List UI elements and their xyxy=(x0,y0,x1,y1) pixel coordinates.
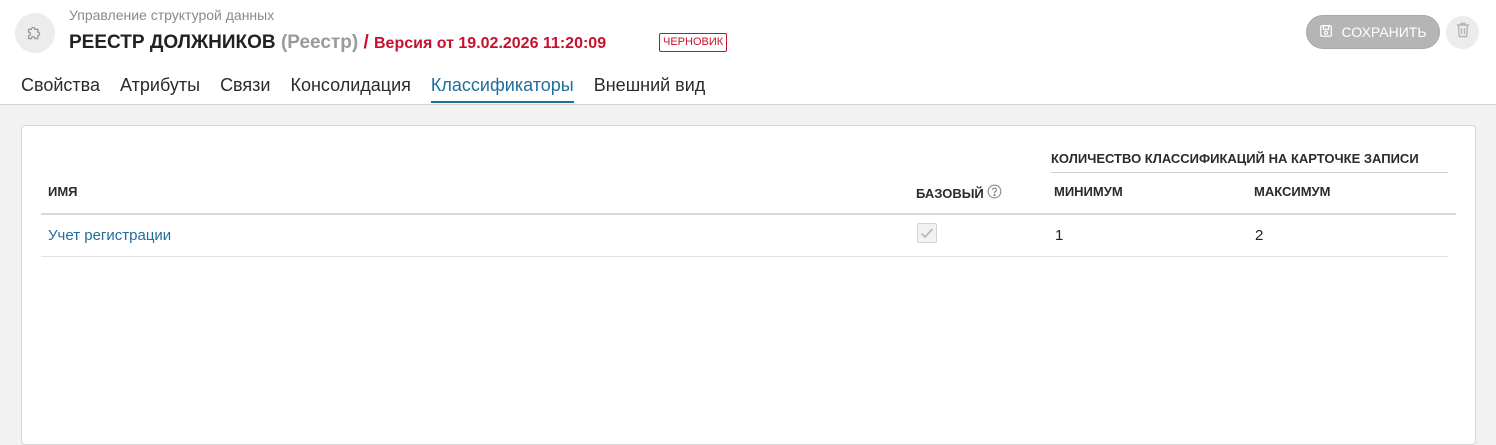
save-button[interactable]: СОХРАНИТЬ xyxy=(1306,15,1440,49)
column-header-max[interactable]: МАКСИМУМ xyxy=(1254,184,1330,199)
tab-consolidation[interactable]: Консолидация xyxy=(290,72,410,103)
column-header-max-label: МАКСИМУМ xyxy=(1254,184,1331,199)
entity-name: РЕЕСТР ДОЛЖНИКОВ xyxy=(69,32,276,53)
tab-appearance[interactable]: Внешний вид xyxy=(594,72,706,103)
classification-count-group-header: КОЛИЧЕСТВО КЛАССИФИКАЦИЙ НА КАРТОЧКЕ ЗАП… xyxy=(1051,151,1448,173)
column-header-min[interactable]: МИНИМУМ xyxy=(1054,184,1123,199)
tab-bar: Свойства Атрибуты Связи Консолидация Кла… xyxy=(21,72,705,103)
puzzle-icon xyxy=(15,13,55,53)
column-header-name-label: ИМЯ xyxy=(48,184,78,199)
trash-icon xyxy=(1456,22,1470,43)
breadcrumb[interactable]: Управление структурой данных xyxy=(69,7,274,23)
tab-classifiers[interactable]: Классификаторы xyxy=(430,72,574,103)
version-label: Версия от 19.02.2026 11:20:09 xyxy=(374,35,607,52)
page-header: Управление структурой данных РЕЕСТР ДОЛЖ… xyxy=(0,0,1496,105)
tab-relations[interactable]: Связи xyxy=(220,72,270,103)
page-title: РЕЕСТР ДОЛЖНИКОВ (Реестр) / Версия от 19… xyxy=(69,32,606,55)
classifier-name-link[interactable]: Учет регистрации xyxy=(48,227,171,244)
delete-button[interactable] xyxy=(1446,16,1479,49)
classifiers-card: КОЛИЧЕСТВО КЛАССИФИКАЦИЙ НА КАРТОЧКЕ ЗАП… xyxy=(21,125,1476,445)
column-header-base-label: БАЗОВЫЙ xyxy=(916,185,984,201)
base-checkbox xyxy=(917,223,937,243)
title-separator: / xyxy=(363,32,369,53)
classification-max-value: 2 xyxy=(1255,227,1264,244)
classification-min-value: 1 xyxy=(1055,227,1064,244)
status-badge: ЧЕРНОВИК xyxy=(659,33,728,52)
question-circle-icon[interactable] xyxy=(987,184,1002,202)
floppy-disk-icon xyxy=(1319,24,1333,41)
column-header-min-label: МИНИМУМ xyxy=(1054,184,1123,199)
column-header-base: БАЗОВЫЙ xyxy=(916,184,1002,202)
tab-attributes[interactable]: Атрибуты xyxy=(120,72,200,103)
save-button-label: СОХРАНИТЬ xyxy=(1341,24,1427,40)
tab-properties[interactable]: Свойства xyxy=(21,72,100,103)
column-header-name[interactable]: ИМЯ xyxy=(48,184,78,199)
table-row[interactable]: Учет регистрации 1 2 xyxy=(41,215,1448,257)
entity-type: (Реестр) xyxy=(280,32,359,53)
